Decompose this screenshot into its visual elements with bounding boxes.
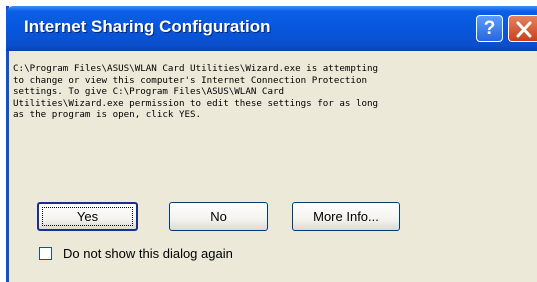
- message-line: as the program is open, click YES.: [13, 109, 202, 121]
- message-line: Utilities\Wizard.exe permission to edit …: [13, 97, 379, 109]
- message-line: C:\Program Files\ASUS\WLAN Card Utilitie…: [13, 63, 379, 74]
- window-title: Internet Sharing Configuration: [24, 17, 271, 36]
- title-bar[interactable]: Internet Sharing Configuration ?: [6, 6, 537, 51]
- dont-show-again-label[interactable]: Do not show this dialog again: [63, 246, 233, 261]
- message-text: C:\Program Files\ASUS\WLAN Card Utilitie…: [13, 63, 537, 121]
- dialog-window: Internet Sharing Configuration ? C:\Prog…: [6, 6, 537, 282]
- no-button[interactable]: No: [169, 202, 268, 231]
- more-info-button-label: More Info...: [313, 209, 379, 224]
- message-line: settings. To give C:\Program Files\ASUS\…: [13, 86, 285, 98]
- close-button[interactable]: [508, 15, 537, 42]
- help-icon: ?: [483, 18, 496, 39]
- dont-show-again-checkbox[interactable]: [39, 247, 52, 260]
- message-line: to change or view this computer's Intern…: [13, 74, 368, 86]
- close-icon: [516, 21, 532, 38]
- focus-rectangle: [42, 207, 133, 226]
- more-info-button[interactable]: More Info...: [292, 202, 400, 231]
- yes-button[interactable]: Yes: [37, 202, 138, 231]
- no-button-label: No: [210, 209, 227, 224]
- help-button[interactable]: ?: [476, 15, 503, 42]
